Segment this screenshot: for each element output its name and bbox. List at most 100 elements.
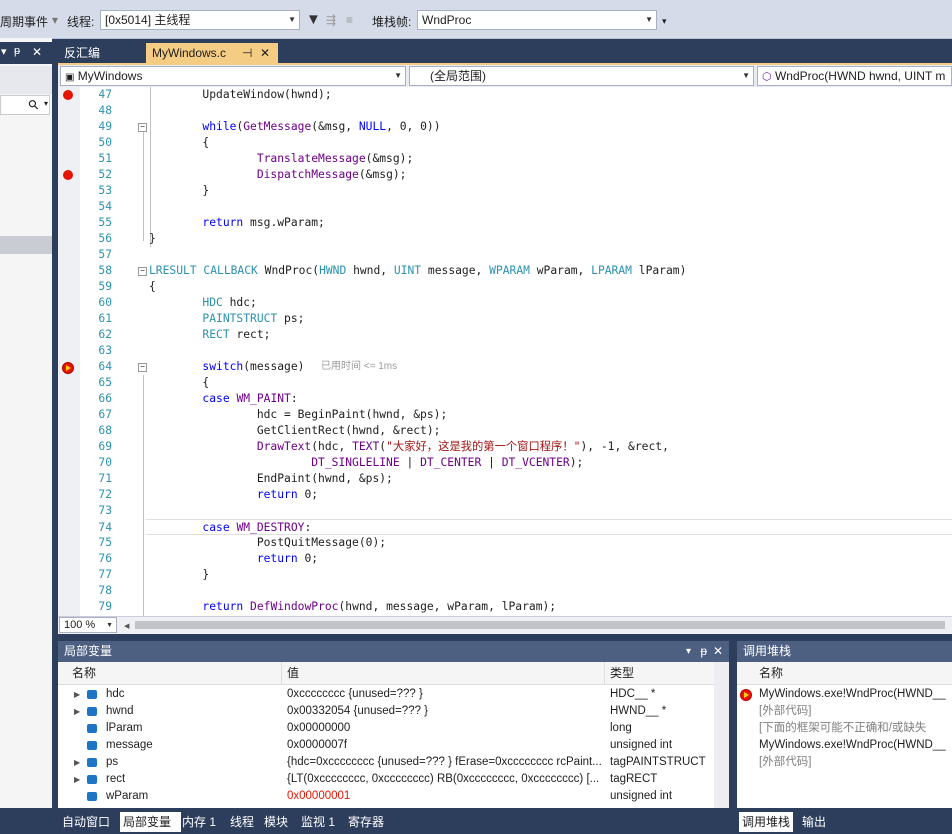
bottom-tab-0[interactable]: 自动窗口 — [62, 812, 116, 832]
search-input[interactable]: ⚲ ▾ — [0, 95, 50, 115]
code-editor[interactable]: 47 UpdateWindow(hwnd); 48 49− while(GetMes… — [58, 87, 952, 616]
expand-icon[interactable]: ▶ — [74, 703, 80, 720]
code-line[interactable]: 76 return 0; — [58, 551, 952, 567]
bottom-tab-right-0[interactable]: 调用堆栈 — [739, 812, 794, 832]
close-icon[interactable]: ✕ — [713, 641, 723, 662]
expand-icon[interactable]: ▶ — [74, 771, 80, 788]
bottom-tab-right-1[interactable]: 输出 — [802, 812, 826, 832]
code-line[interactable]: 53 } — [58, 183, 952, 199]
bottom-tab-5[interactable]: 监视 1 — [301, 812, 344, 832]
code-line[interactable]: 68 GetClientRect(hwnd, &rect); — [58, 423, 952, 439]
code-line[interactable]: 58 − LRESULT CALLBACK WndProc(HWND hwnd, U… — [58, 263, 952, 279]
stack-frame-select[interactable]: WndProc ▼ — [417, 10, 657, 30]
collapse-icon[interactable]: − — [138, 267, 147, 276]
member-select[interactable]: ⬡ WndProc(HWND hwnd, UINT m — [757, 66, 952, 86]
code-line[interactable]: 57 — [58, 247, 952, 263]
line-number: 66 — [98, 392, 112, 405]
scroll-left-icon[interactable]: ◀ — [124, 622, 129, 630]
tab-disassembly[interactable]: 反汇编 — [58, 43, 143, 64]
column-header-name[interactable]: 名称 — [759, 662, 783, 684]
collapse-icon[interactable]: − — [138, 123, 147, 132]
code-line[interactable]: 71 EndPaint(hwnd, &ps); — [58, 471, 952, 487]
lifecycle-events-label[interactable]: 周期事件 — [0, 13, 48, 30]
dropdown-arrow-icon[interactable]: ▾ — [52, 13, 58, 27]
callstack-row[interactable]: MyWindows.exe!WndProc(HWND__ — [737, 686, 952, 703]
flag-threads-icon[interactable]: ⇶ — [326, 13, 336, 27]
tab-mywindows-c[interactable]: MyWindows.c ⊣ ✕ — [146, 43, 278, 64]
selected-item[interactable] — [0, 236, 52, 254]
bottom-tab-6[interactable]: 寄存器 — [348, 812, 392, 832]
callstack-row[interactable]: [外部代码] — [737, 703, 952, 720]
callstack-row[interactable]: [下面的框架可能不正确和/或缺失 — [737, 720, 952, 737]
code-line[interactable]: 61 PAINTSTRUCT ps; — [58, 311, 952, 327]
code-line[interactable]: 56} — [58, 231, 952, 247]
table-row[interactable]: ▶ rect {LT(0xcccccccc, 0xcccccccc) RB(0xcc… — [58, 771, 714, 788]
code-line[interactable]: 64 − switch(message) 已用时间 <= 1ms — [58, 359, 952, 375]
code-line[interactable]: 63 — [58, 343, 952, 359]
table-row[interactable]: ▶ hdc 0xcccccccc {unused=??? } HDC__ * — [58, 686, 714, 703]
code-line[interactable]: 74 case WM_DESTROY: — [98, 519, 952, 535]
code-line[interactable]: 72 return 0; — [58, 487, 952, 503]
dropdown-arrow-icon[interactable]: ▾ — [1, 45, 7, 58]
code-line[interactable]: 49 − while(GetMessage(&msg, NULL, 0, 0)) — [58, 119, 952, 135]
code-line[interactable]: 48 — [58, 103, 952, 119]
horizontal-scrollbar[interactable] — [135, 621, 945, 629]
table-row[interactable]: ▶ ps {hdc=0xcccccccc {unused=??? } fErase=… — [58, 754, 714, 771]
code-line[interactable]: 70 DT_SINGLELINE | DT_CENTER | DT_VCENTE… — [58, 455, 952, 471]
pin-icon[interactable]: ⊣ — [242, 43, 252, 64]
code-line[interactable]: 66 case WM_PAINT: — [58, 391, 952, 407]
vertical-scrollbar[interactable] — [714, 662, 729, 808]
current-statement-arrow-icon[interactable] — [62, 362, 74, 374]
code-line[interactable]: 59 { — [58, 279, 952, 295]
table-row[interactable]: wParam 0x00000001 unsigned int — [58, 788, 714, 805]
close-icon[interactable]: ✕ — [32, 45, 42, 59]
pin-icon[interactable]: ᵽ — [14, 45, 20, 57]
code-line[interactable]: 50 { — [58, 135, 952, 151]
column-header-name[interactable]: 名称 — [72, 662, 96, 684]
thread-select[interactable]: [0x5014] 主线程 ▼ — [100, 10, 300, 30]
show-threads-icon[interactable]: ≡ — [346, 13, 353, 27]
code-line[interactable]: 77 } — [58, 567, 952, 583]
breakpoint-icon[interactable] — [63, 90, 73, 100]
code-line[interactable]: 51 TranslateMessage(&msg); — [58, 151, 952, 167]
collapse-icon[interactable]: − — [138, 363, 147, 372]
code-line[interactable]: 67 hdc = BeginPaint(hwnd, &ps); — [58, 407, 952, 423]
code-line[interactable]: 62 RECT rect; — [58, 327, 952, 343]
expand-icon[interactable]: ▶ — [74, 686, 80, 703]
column-header-value[interactable]: 值 — [287, 662, 299, 684]
toolbar-overflow-icon[interactable]: ▾ — [662, 16, 667, 27]
column-header-type[interactable]: 类型 — [610, 662, 634, 684]
zoom-value: 100 % — [64, 619, 96, 631]
code-line[interactable]: 79 return DefWindowProc(hwnd, message, w… — [58, 599, 952, 615]
pin-icon[interactable]: ᵽ — [700, 641, 707, 662]
filter-icon[interactable]: ▼ — [306, 11, 321, 28]
bottom-tab-2[interactable]: 内存 1 — [182, 812, 226, 832]
project-select[interactable]: ▣ MyWindows ▼ — [60, 66, 406, 86]
code-line[interactable]: 69 DrawText(hdc, TEXT("大家好，这是我的第一个窗口程序！"… — [58, 439, 952, 455]
code-line[interactable]: 54 — [58, 199, 952, 215]
scope-select[interactable]: (全局范围) ▼ — [409, 66, 754, 86]
code-line[interactable]: 55 return msg.wParam; — [58, 215, 952, 231]
code-line[interactable]: 65 { — [58, 375, 952, 391]
cell-name: hdc — [106, 688, 125, 700]
bottom-tab-1[interactable]: 局部变量 — [120, 812, 181, 832]
bottom-tab-4[interactable]: 模块 — [264, 812, 297, 832]
line-number: 47 — [98, 88, 112, 101]
code-line[interactable]: 78 — [58, 583, 952, 599]
code-line[interactable]: 47 UpdateWindow(hwnd); — [58, 87, 952, 103]
callstack-row[interactable]: [外部代码] — [737, 754, 952, 771]
zoom-select[interactable]: 100 % ▼ — [59, 617, 117, 633]
table-row[interactable]: lParam 0x00000000 long — [58, 720, 714, 737]
callstack-row[interactable]: MyWindows.exe!WndProc(HWND__ — [737, 737, 952, 754]
close-icon[interactable]: ✕ — [260, 43, 270, 64]
code-line[interactable]: 52 DispatchMessage(&msg); — [58, 167, 952, 183]
bottom-tab-3[interactable]: 线程 — [230, 812, 260, 832]
table-row[interactable]: message 0x0000007f unsigned int — [58, 737, 714, 754]
breakpoint-icon[interactable] — [63, 170, 73, 180]
code-line[interactable]: 75 PostQuitMessage(0); — [58, 535, 952, 551]
code-line[interactable]: 73 — [58, 503, 952, 519]
expand-icon[interactable]: ▶ — [74, 754, 80, 771]
table-row[interactable]: ▶ hwnd 0x00332054 {unused=??? } HWND__ * — [58, 703, 714, 720]
code-line[interactable]: 60 HDC hdc; — [58, 295, 952, 311]
dropdown-arrow-icon[interactable]: ▾ — [686, 641, 691, 662]
